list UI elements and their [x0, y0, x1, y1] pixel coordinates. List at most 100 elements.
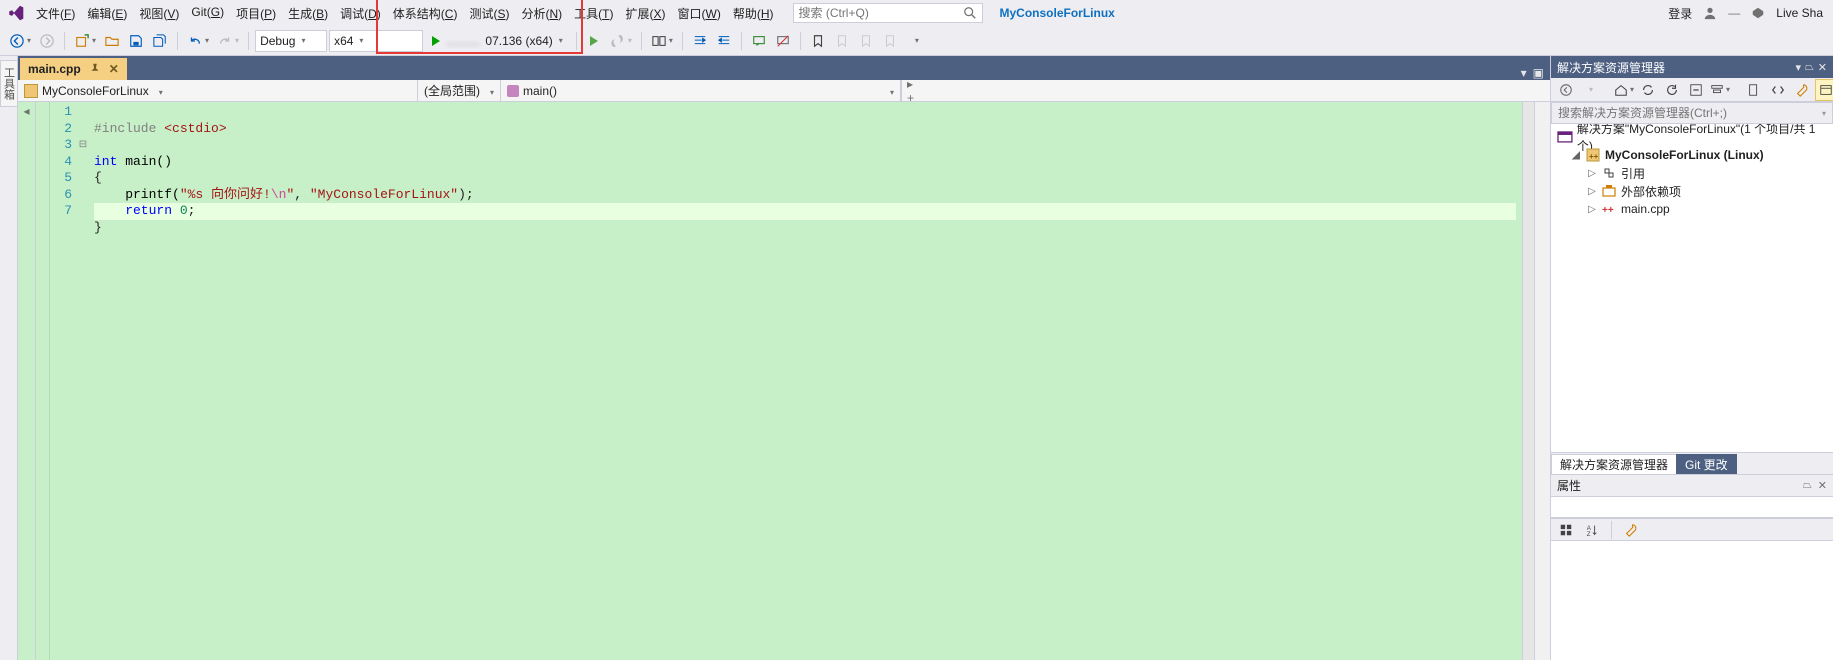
start-without-debug-button[interactable]	[583, 30, 605, 52]
doc-dropdown-icon[interactable]: ▾	[1521, 66, 1527, 80]
solution-icon	[1557, 129, 1573, 145]
menu-item[interactable]: 分析(N)	[515, 1, 568, 26]
sln-refresh-button[interactable]	[1661, 79, 1683, 101]
save-all-button[interactable]	[149, 30, 171, 52]
toggle-file-browser-button[interactable]	[648, 30, 676, 52]
fold-gutter[interactable]: ⊟	[76, 102, 90, 660]
menu-item[interactable]: 体系结构(C)	[387, 1, 464, 26]
comment-button[interactable]	[748, 30, 770, 52]
doc-maximize-icon[interactable]: ▣	[1533, 66, 1544, 80]
solution-tree[interactable]: 解决方案"MyConsoleForLinux"(1 个项目/共 1 个) ◢ +…	[1551, 124, 1833, 452]
sln-filter-button[interactable]	[1709, 79, 1731, 101]
toolbar-overflow-button[interactable]	[905, 30, 927, 52]
editor-splitter[interactable]	[1522, 102, 1534, 660]
nav-member-label: main()	[523, 84, 557, 98]
nav-scope-combo[interactable]: MyConsoleForLinux	[18, 80, 418, 101]
sln-back-button[interactable]	[1555, 79, 1577, 101]
editor-left-toggle[interactable]: ◂	[18, 102, 36, 660]
bookmark-next-button[interactable]	[855, 30, 877, 52]
tab-git-changes[interactable]: Git 更改	[1676, 454, 1737, 474]
nav-member-combo[interactable]: main()	[501, 80, 901, 101]
menu-item[interactable]: 扩展(X)	[619, 1, 671, 26]
tree-solution-node[interactable]: 解决方案"MyConsoleForLinux"(1 个项目/共 1 个)	[1551, 128, 1833, 146]
menu-item[interactable]: 窗口(W)	[671, 1, 726, 26]
nav-back-button[interactable]	[6, 30, 34, 52]
menu-item[interactable]: 视图(V)	[133, 1, 185, 26]
tab-solution-explorer[interactable]: 解决方案资源管理器	[1551, 454, 1677, 474]
solution-explorer-search[interactable]: ▾	[1551, 102, 1833, 124]
panel-pin-icon[interactable]: ⏢	[1803, 479, 1812, 492]
prop-wrench-button[interactable]	[1620, 519, 1642, 541]
split-toggle-icon[interactable]: ▸+	[901, 80, 919, 101]
code-area[interactable]: #include <cstdio> int main() { printf("%…	[90, 102, 1522, 660]
user-icon[interactable]	[1702, 5, 1718, 21]
start-debug-button[interactable]: .......... 07.136 (x64) ▾	[425, 30, 570, 52]
redo-button[interactable]	[214, 30, 242, 52]
solution-explorer-search-input[interactable]	[1558, 106, 1822, 120]
liveshare-icon[interactable]	[1750, 5, 1766, 21]
sln-fwd-button[interactable]	[1579, 79, 1601, 101]
sln-viewcode-button[interactable]	[1767, 79, 1789, 101]
toolbox-tab[interactable]: 工具箱	[0, 60, 18, 107]
bookmark-button[interactable]	[807, 30, 829, 52]
save-button[interactable]	[125, 30, 147, 52]
tree-label: MyConsoleForLinux (Linux)	[1605, 148, 1764, 162]
open-file-button[interactable]	[101, 30, 123, 52]
menu-item[interactable]: 文件(F)	[30, 1, 81, 26]
solution-explorer-titlebar[interactable]: 解决方案资源管理器 ▾ ⏢ ✕	[1551, 56, 1833, 78]
bookmark-clear-button[interactable]	[879, 30, 901, 52]
panel-pin-icon[interactable]: ⏢	[1805, 61, 1814, 74]
menu-item[interactable]: 工具(T)	[568, 1, 619, 26]
expander-icon[interactable]: ▷	[1587, 168, 1597, 179]
config-combo[interactable]: Debug	[255, 30, 327, 52]
sln-sync-button[interactable]	[1637, 79, 1659, 101]
pin-icon[interactable]	[87, 61, 103, 77]
properties-combo[interactable]	[1551, 496, 1833, 518]
tree-main-cpp-node[interactable]: ▷ ++ main.cpp	[1551, 200, 1833, 218]
close-icon[interactable]: ✕	[109, 62, 119, 76]
expander-icon[interactable]: ▷	[1587, 204, 1597, 215]
properties-title[interactable]: 属性 ⏢ ✕	[1551, 474, 1833, 496]
indent-button[interactable]	[713, 30, 735, 52]
outdent-button[interactable]	[689, 30, 711, 52]
menu-item[interactable]: 调试(D)	[334, 1, 387, 26]
window-minimize[interactable]: —	[1728, 6, 1740, 20]
hot-reload-button[interactable]	[607, 30, 635, 52]
undo-button[interactable]	[184, 30, 212, 52]
prop-categorized-button[interactable]	[1555, 519, 1577, 541]
expander-icon[interactable]: ▷	[1587, 186, 1597, 197]
menu-item[interactable]: Git(G)	[185, 1, 230, 26]
nav-fwd-button[interactable]	[36, 30, 58, 52]
properties-grid[interactable]	[1551, 540, 1833, 660]
menu-item[interactable]: 编辑(E)	[81, 1, 133, 26]
new-project-button[interactable]	[71, 30, 99, 52]
sln-preview-button[interactable]	[1815, 79, 1833, 101]
platform-combo[interactable]: x64	[329, 30, 423, 52]
uncomment-button[interactable]	[772, 30, 794, 52]
panel-close-icon[interactable]: ✕	[1818, 479, 1827, 492]
prop-alpha-button[interactable]: AZ	[1581, 519, 1603, 541]
panel-close-icon[interactable]: ✕	[1818, 61, 1827, 74]
references-icon	[1601, 165, 1617, 181]
nav-context-combo[interactable]: (全局范围)	[418, 80, 501, 101]
global-search[interactable]	[793, 3, 983, 23]
document-tab-main[interactable]: main.cpp ✕	[20, 58, 127, 80]
liveshare-label[interactable]: Live Sha	[1776, 6, 1823, 20]
expander-icon[interactable]: ◢	[1571, 150, 1581, 161]
menu-item[interactable]: 测试(S)	[463, 1, 515, 26]
menu-item[interactable]: 生成(B)	[282, 1, 334, 26]
panel-menu-icon[interactable]: ▾	[1795, 61, 1801, 74]
sln-home-button[interactable]	[1613, 79, 1635, 101]
sln-showall-button[interactable]	[1743, 79, 1765, 101]
global-search-input[interactable]	[798, 6, 962, 20]
editor-scrollbar[interactable]	[1534, 102, 1550, 660]
code-editor[interactable]: ◂ 1234567 ⊟ #include <cstdio> int main()…	[18, 102, 1550, 660]
menu-item[interactable]: 项目(P)	[230, 1, 282, 26]
tree-external-deps-node[interactable]: ▷ 外部依赖项	[1551, 182, 1833, 200]
bookmark-prev-button[interactable]	[831, 30, 853, 52]
menu-item[interactable]: 帮助(H)	[727, 1, 780, 26]
tree-references-node[interactable]: ▷ 引用	[1551, 164, 1833, 182]
sln-collapse-button[interactable]	[1685, 79, 1707, 101]
login-link[interactable]: 登录	[1668, 5, 1692, 22]
sln-properties-button[interactable]	[1791, 79, 1813, 101]
